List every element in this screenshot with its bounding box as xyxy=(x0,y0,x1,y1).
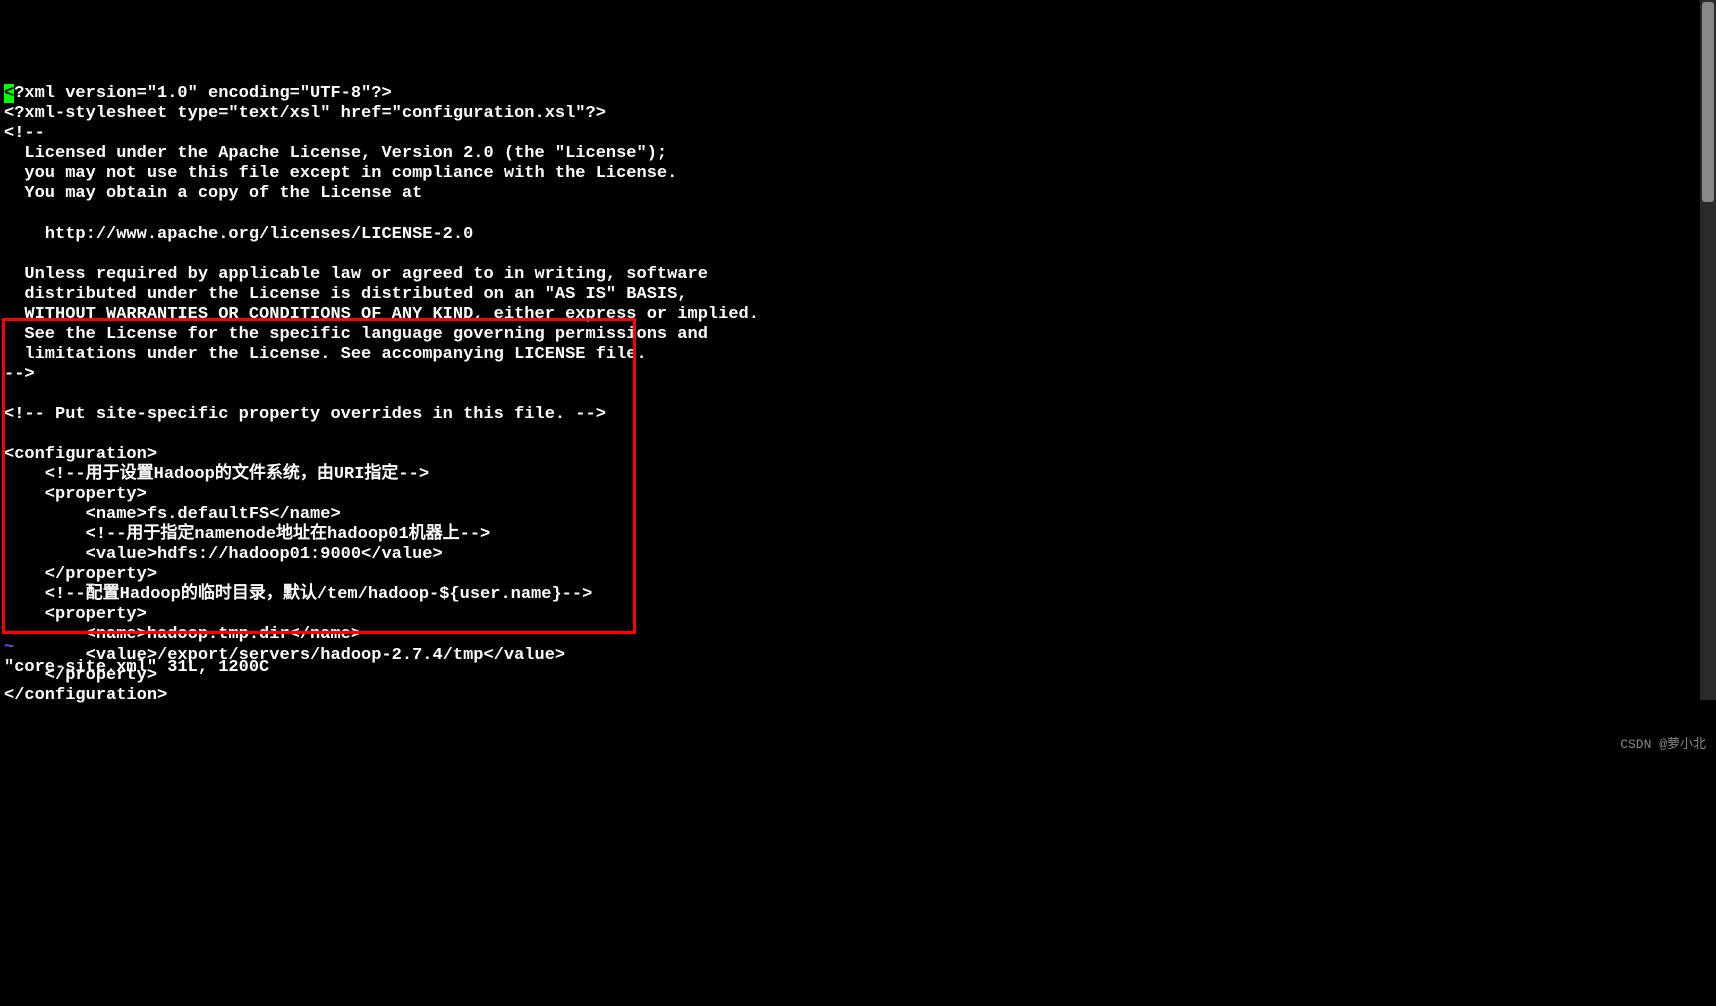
code-line: <property> xyxy=(4,485,147,504)
code-line: <!-- Put site-specific property override… xyxy=(4,405,606,424)
code-line: <?xml-stylesheet type="text/xsl" href="c… xyxy=(4,104,606,123)
code-line: <configuration> xyxy=(4,445,157,464)
code-line: ?xml version="1.0" encoding="UTF-8"?> xyxy=(14,84,391,103)
vim-status-line: "core-site.xml" 31L, 1200C xyxy=(4,658,269,678)
code-line: limitations under the License. See accom… xyxy=(4,345,647,364)
code-line: <!--用于指定namenode地址在hadoop01机器上--> xyxy=(4,525,490,544)
code-line: You may obtain a copy of the License at xyxy=(4,184,422,203)
code-line: <value>hdfs://hadoop01:9000</value> xyxy=(4,545,443,564)
code-line: <name>fs.defaultFS</name> xyxy=(4,505,341,524)
cursor: < xyxy=(4,84,14,103)
code-line: <property> xyxy=(4,605,147,624)
code-line: </configuration> xyxy=(4,686,167,705)
code-line: </property> xyxy=(4,565,157,584)
watermark-text: CSDN @萝小北 xyxy=(1620,737,1706,752)
code-line: http://www.apache.org/licenses/LICENSE-2… xyxy=(4,225,473,244)
code-line: <!--用于设置Hadoop的文件系统，由URI指定--> xyxy=(4,465,429,484)
code-line: distributed under the License is distrib… xyxy=(4,285,688,304)
code-line: --> xyxy=(4,365,35,384)
empty-line-tilde: ~ xyxy=(4,638,14,658)
code-line: See the License for the specific languag… xyxy=(4,325,708,344)
code-line: <!--配置Hadoop的临时目录，默认/tem/hadoop-${user.n… xyxy=(4,585,592,604)
code-line: you may not use this file except in comp… xyxy=(4,164,677,183)
editor-area[interactable]: <?xml version="1.0" encoding="UTF-8"?> <… xyxy=(0,80,1716,705)
code-line: <!-- xyxy=(4,124,45,143)
code-line: WITHOUT WARRANTIES OR CONDITIONS OF ANY … xyxy=(4,305,759,324)
scrollbar-thumb[interactable] xyxy=(1702,2,1714,202)
code-line: Unless required by applicable law or agr… xyxy=(4,265,708,284)
scrollbar[interactable] xyxy=(1700,0,1716,700)
code-line: Licensed under the Apache License, Versi… xyxy=(4,144,667,163)
code-line: <name>hadoop.tmp.dir</name> xyxy=(4,625,361,644)
